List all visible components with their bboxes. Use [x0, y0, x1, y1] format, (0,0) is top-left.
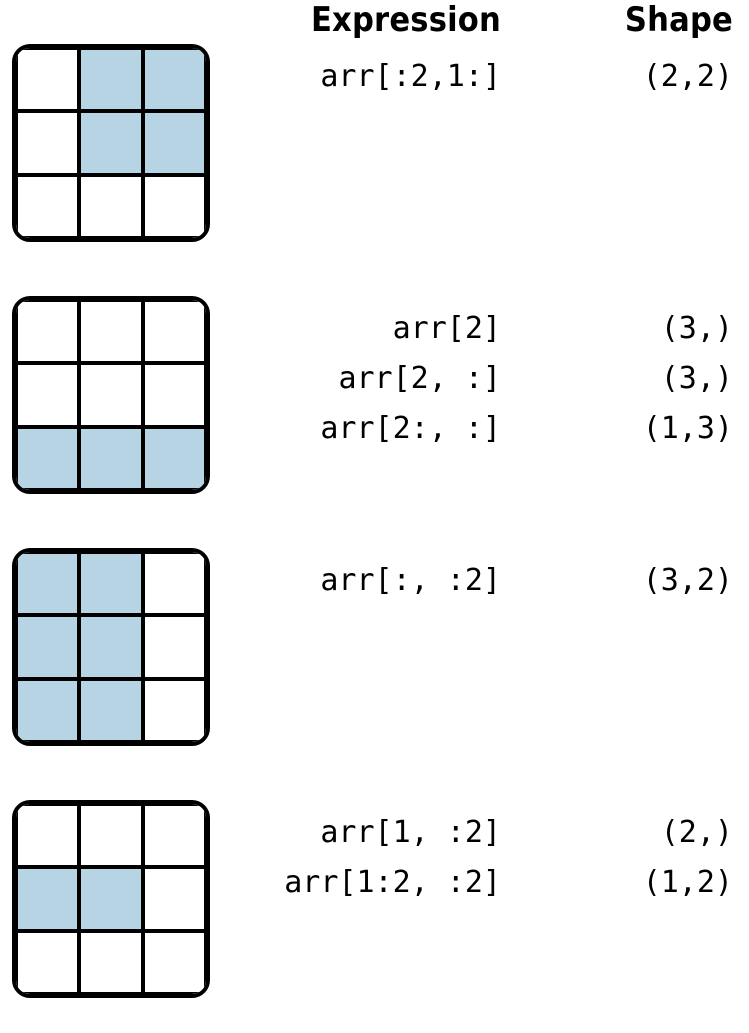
cell-highlighted [79, 48, 142, 111]
table-row: arr[2, :] (3,) [210, 364, 737, 394]
cell [79, 804, 142, 867]
example-4-text: arr[1, :2] (2,) arr[1:2, :2] (1,2) [210, 800, 737, 898]
cell [16, 804, 79, 867]
cell [79, 175, 142, 238]
cell-highlighted [79, 427, 142, 490]
cell-highlighted [79, 615, 142, 678]
expression-value: arr[:, :2] [210, 566, 563, 596]
cell [16, 931, 79, 994]
cell [16, 175, 79, 238]
expression-value: arr[2:, :] [210, 414, 563, 444]
cell [143, 931, 206, 994]
shape-value: (1,3) [563, 414, 737, 444]
example-1-text: arr[:2,1:] (2,2) [210, 44, 737, 92]
cell [143, 867, 206, 930]
cell [16, 48, 79, 111]
header-shape: Shape [563, 0, 737, 40]
shape-value: (3,2) [563, 566, 737, 596]
cell [143, 363, 206, 426]
cell [143, 679, 206, 742]
array-grid-1 [12, 44, 210, 242]
shape-value: (2,2) [563, 62, 737, 92]
expression-value: arr[1, :2] [210, 818, 563, 848]
cell-highlighted [79, 111, 142, 174]
example-2-text: arr[2] (3,) arr[2, :] (3,) arr[2:, :] (1… [210, 296, 737, 444]
column-headers: Expression Shape [12, 0, 737, 40]
header-spacer [12, 0, 272, 40]
shape-value: (3,) [563, 364, 737, 394]
example-3: arr[:, :2] (3,2) [12, 548, 737, 746]
table-row: arr[:2,1:] (2,2) [210, 62, 737, 92]
shape-value: (3,) [563, 314, 737, 344]
shape-value: (2,) [563, 818, 737, 848]
cell-highlighted [79, 679, 142, 742]
table-row: arr[:, :2] (3,2) [210, 566, 737, 596]
expression-value: arr[1:2, :2] [210, 868, 563, 898]
cell-highlighted [16, 615, 79, 678]
cell [143, 175, 206, 238]
example-1: arr[:2,1:] (2,2) [12, 44, 737, 242]
cell-highlighted [143, 111, 206, 174]
cell [79, 300, 142, 363]
example-3-text: arr[:, :2] (3,2) [210, 548, 737, 596]
cell [143, 804, 206, 867]
cell-highlighted [143, 427, 206, 490]
cell [16, 111, 79, 174]
shape-value: (1,2) [563, 868, 737, 898]
cell-highlighted [16, 679, 79, 742]
cell [143, 552, 206, 615]
table-row: arr[2] (3,) [210, 314, 737, 344]
cell-highlighted [79, 552, 142, 615]
cell-highlighted [79, 867, 142, 930]
expression-value: arr[:2,1:] [210, 62, 563, 92]
array-grid-2 [12, 296, 210, 494]
cell-highlighted [143, 48, 206, 111]
cell [143, 300, 206, 363]
cell-highlighted [16, 427, 79, 490]
example-2: arr[2] (3,) arr[2, :] (3,) arr[2:, :] (1… [12, 296, 737, 494]
table-row: arr[1:2, :2] (1,2) [210, 868, 737, 898]
table-row: arr[2:, :] (1,3) [210, 414, 737, 444]
cell-highlighted [16, 552, 79, 615]
cell [143, 615, 206, 678]
cell-highlighted [16, 867, 79, 930]
cell [79, 363, 142, 426]
diagram-root: Expression Shape arr[:2,1:] (2,2) [0, 0, 749, 1033]
expression-value: arr[2, :] [210, 364, 563, 394]
array-grid-4 [12, 800, 210, 998]
cell [16, 300, 79, 363]
table-row: arr[1, :2] (2,) [210, 818, 737, 848]
cell [16, 363, 79, 426]
example-4: arr[1, :2] (2,) arr[1:2, :2] (1,2) [12, 800, 737, 998]
header-expression: Expression [272, 0, 563, 40]
cell [79, 931, 142, 994]
array-grid-3 [12, 548, 210, 746]
expression-value: arr[2] [210, 314, 563, 344]
